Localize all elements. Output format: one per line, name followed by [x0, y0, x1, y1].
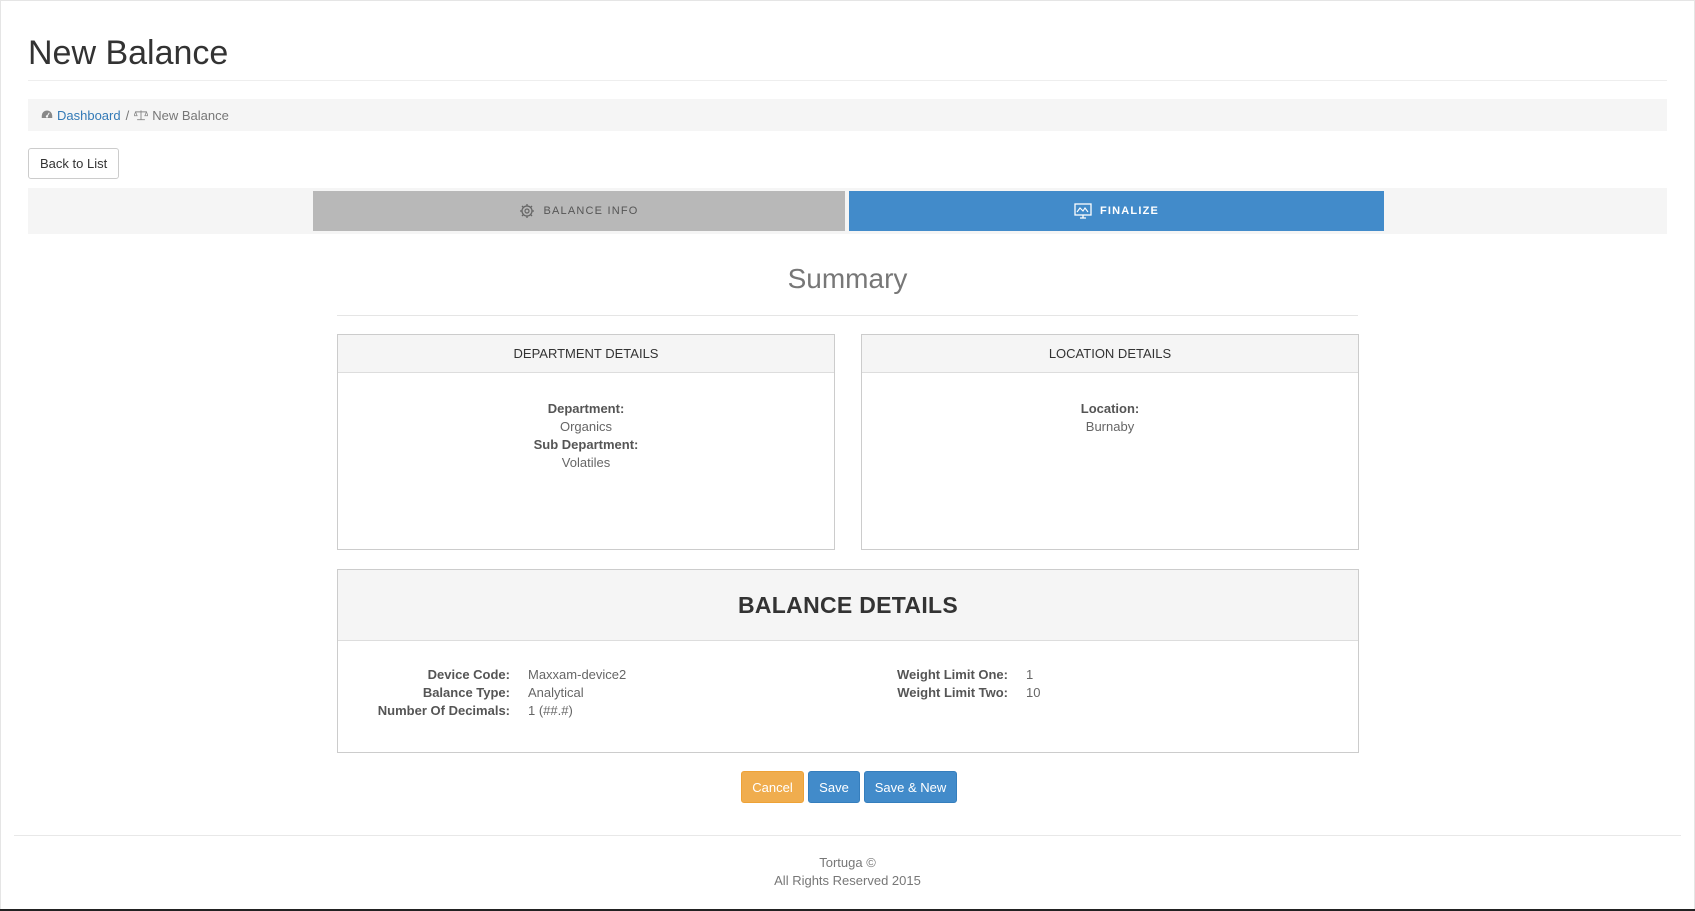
monitor-chart-icon [1074, 203, 1092, 219]
page-title: New Balance [28, 34, 229, 72]
save-button[interactable]: Save [808, 771, 860, 803]
location-details-panel: LOCATION DETAILS Location: Burnaby [861, 334, 1359, 550]
breadcrumb-separator: / [125, 107, 130, 123]
department-details-body: Department: Organics Sub Department: Vol… [338, 373, 834, 472]
step-finalize[interactable]: FINALIZE [849, 191, 1384, 231]
location-value: Burnaby [1085, 419, 1135, 434]
number-of-decimals-value: 1 (##.#) [528, 703, 573, 718]
breadcrumb-current: New Balance [134, 108, 229, 123]
number-of-decimals-row: Number Of Decimals: 1 (##.#) [338, 702, 626, 720]
weight-limit-two-row: Weight Limit Two: 10 [858, 684, 1040, 702]
cancel-button[interactable]: Cancel [741, 771, 804, 803]
weight-limit-one-row: Weight Limit One: 1 [858, 666, 1040, 684]
breadcrumb-dashboard-link[interactable]: Dashboard [41, 108, 121, 123]
sub-department-value: Volatiles [561, 455, 611, 470]
breadcrumb-current-label: New Balance [152, 107, 229, 123]
device-code-label: Device Code: [427, 667, 510, 682]
balance-details-left-list: Device Code: Maxxam-device2 Balance Type… [338, 666, 626, 720]
weight-limit-one-value: 1 [1026, 667, 1034, 682]
department-details-header: DEPARTMENT DETAILS [338, 335, 834, 373]
number-of-decimals-label: Number Of Decimals: [377, 703, 510, 718]
device-code-row: Device Code: Maxxam-device2 [338, 666, 627, 684]
location-details-body: Location: Burnaby [862, 373, 1358, 436]
balance-scale-icon [134, 110, 149, 121]
step-balance-info[interactable]: BALANCE INFO [313, 191, 845, 231]
breadcrumb: Dashboard / New Balance [28, 99, 1667, 131]
location-label: Location: [1080, 401, 1140, 416]
balance-type-value: Analytical [528, 685, 584, 700]
balance-details-header: BALANCE DETAILS [338, 570, 1358, 641]
footer-divider [14, 835, 1681, 836]
balance-type-label: Balance Type: [422, 685, 510, 700]
weight-limit-two-label: Weight Limit Two: [897, 685, 1008, 700]
footer-copyright: All Rights Reserved 2015 [774, 873, 921, 888]
balance-type-row: Balance Type: Analytical [338, 684, 626, 702]
location-details-header: LOCATION DETAILS [862, 335, 1358, 373]
dashboard-icon [41, 110, 53, 118]
summary-divider [337, 315, 1358, 316]
step-balance-info-label: BALANCE INFO [543, 205, 639, 217]
wizard-steps: BALANCE INFO FINALIZE [28, 188, 1667, 234]
breadcrumb-dashboard-label: Dashboard [57, 107, 121, 123]
title-divider [28, 80, 1667, 81]
footer: Tortuga © All Rights Reserved 2015 [0, 854, 1695, 890]
department-label: Department: [547, 401, 625, 416]
balance-details-right-list: Weight Limit One: 1 Weight Limit Two: 10 [858, 666, 1040, 702]
footer-brand: Tortuga © [819, 855, 876, 870]
summary-title: Summary [787, 263, 908, 294]
gear-icon [520, 204, 535, 218]
department-details-panel: DEPARTMENT DETAILS Department: Organics … [337, 334, 835, 550]
weight-limit-two-value: 10 [1026, 685, 1041, 700]
department-value: Organics [559, 419, 613, 434]
back-to-list-button[interactable]: Back to List [28, 148, 120, 179]
weight-limit-one-label: Weight Limit One: [897, 667, 1008, 682]
device-code-value: Maxxam-device2 [528, 667, 627, 682]
step-finalize-label: FINALIZE [1099, 205, 1160, 217]
save-and-new-button[interactable]: Save & New [864, 771, 957, 803]
sub-department-label: Sub Department: [533, 437, 639, 452]
balance-details-panel: BALANCE DETAILS Device Code: Maxxam-devi… [337, 569, 1359, 753]
